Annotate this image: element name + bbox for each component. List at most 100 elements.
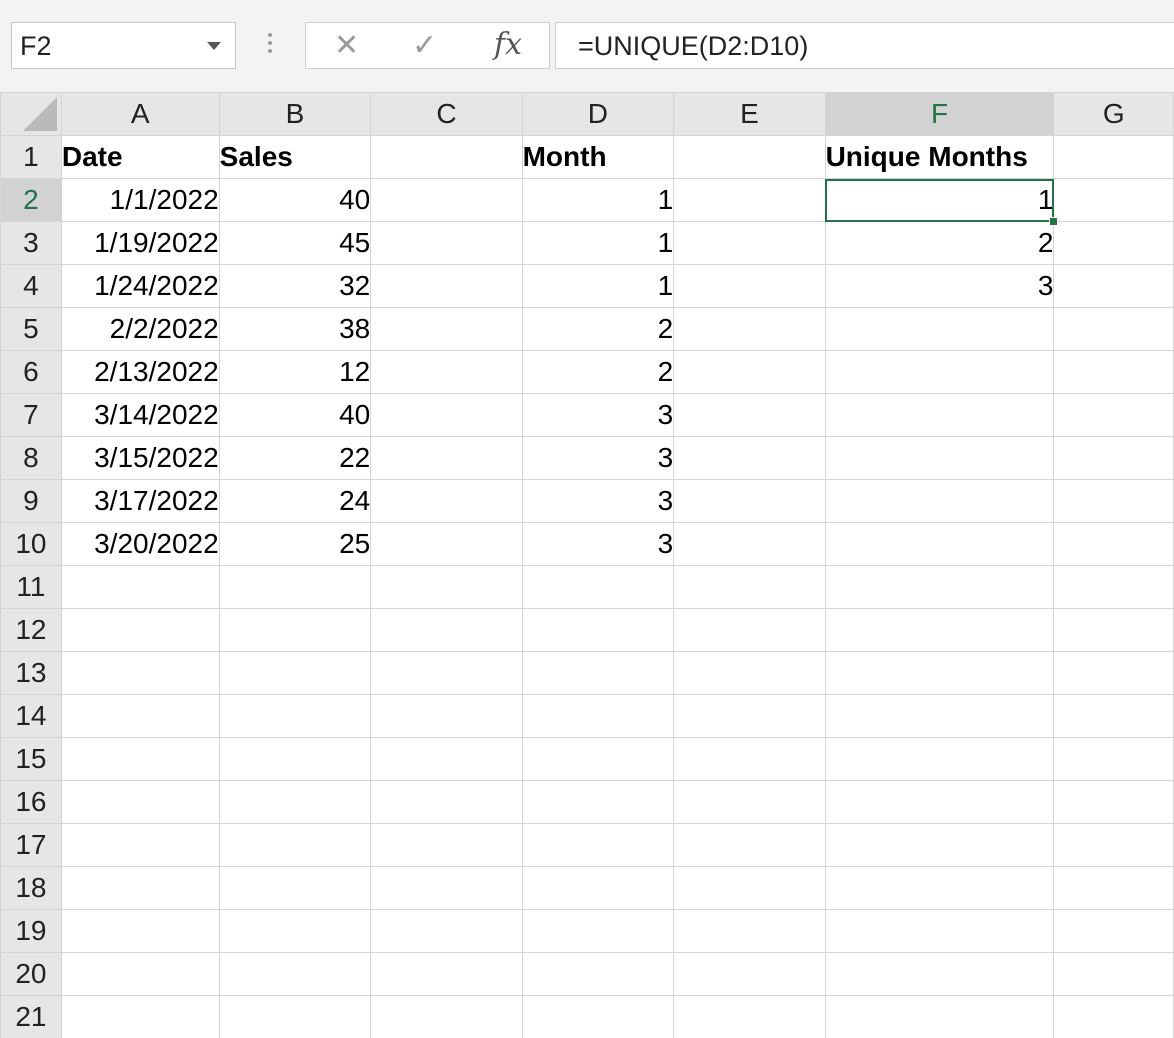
cell-b1[interactable]: Sales (218, 135, 372, 179)
cell-g5[interactable] (1053, 307, 1174, 351)
insert-function-icon[interactable]: fx (494, 27, 522, 63)
cell-a15[interactable] (60, 737, 220, 781)
cell-c5[interactable] (370, 307, 523, 351)
cell-f9[interactable] (824, 479, 1055, 523)
cell-g7[interactable] (1053, 393, 1174, 437)
row-header-14[interactable]: 14 (0, 694, 62, 738)
cell-d15[interactable] (521, 737, 675, 781)
cell-g11[interactable] (1053, 565, 1174, 609)
cell-f7[interactable] (824, 393, 1055, 437)
cell-e15[interactable] (673, 737, 826, 781)
row-header-19[interactable]: 19 (0, 909, 62, 953)
cell-f12[interactable] (824, 608, 1055, 652)
cell-d1[interactable]: Month (521, 135, 675, 179)
cell-f6[interactable] (824, 350, 1055, 394)
cell-c1[interactable] (370, 135, 523, 179)
row-header-15[interactable]: 15 (0, 737, 62, 781)
cell-a14[interactable] (60, 694, 220, 738)
cell-e1[interactable] (673, 135, 826, 179)
cell-f8[interactable] (824, 436, 1055, 480)
cell-c19[interactable] (370, 909, 523, 953)
row-header-4[interactable]: 4 (0, 264, 62, 308)
cell-e12[interactable] (673, 608, 826, 652)
column-header-e[interactable]: E (673, 92, 826, 136)
cell-g19[interactable] (1053, 909, 1174, 953)
cell-e10[interactable] (673, 522, 826, 566)
cell-b8[interactable]: 22 (218, 436, 372, 480)
cell-a9[interactable]: 3/17/2022 (60, 479, 220, 523)
cell-b14[interactable] (218, 694, 372, 738)
cell-e2[interactable] (673, 178, 826, 222)
cell-g8[interactable] (1053, 436, 1174, 480)
cell-c2[interactable] (370, 178, 523, 222)
cell-d20[interactable] (521, 952, 675, 996)
cell-d2[interactable]: 1 (521, 178, 675, 222)
row-header-3[interactable]: 3 (0, 221, 62, 265)
cell-f16[interactable] (824, 780, 1055, 824)
cell-a21[interactable] (60, 995, 220, 1038)
cell-d6[interactable]: 2 (521, 350, 675, 394)
cell-f13[interactable] (824, 651, 1055, 695)
cell-f17[interactable] (824, 823, 1055, 867)
cell-f11[interactable] (824, 565, 1055, 609)
cell-d16[interactable] (521, 780, 675, 824)
cell-e5[interactable] (673, 307, 826, 351)
cell-g4[interactable] (1053, 264, 1174, 308)
cell-c11[interactable] (370, 565, 523, 609)
cell-a18[interactable] (60, 866, 220, 910)
cell-b18[interactable] (218, 866, 372, 910)
cell-c21[interactable] (370, 995, 523, 1038)
cell-g17[interactable] (1053, 823, 1174, 867)
cell-d13[interactable] (521, 651, 675, 695)
row-header-16[interactable]: 16 (0, 780, 62, 824)
column-header-c[interactable]: C (370, 92, 523, 136)
cell-b7[interactable]: 40 (218, 393, 372, 437)
close-icon[interactable]: ✕ (334, 31, 359, 61)
cell-d14[interactable] (521, 694, 675, 738)
cell-b16[interactable] (218, 780, 372, 824)
cell-e17[interactable] (673, 823, 826, 867)
cell-e3[interactable] (673, 221, 826, 265)
cell-b5[interactable]: 38 (218, 307, 372, 351)
cell-c8[interactable] (370, 436, 523, 480)
cell-f14[interactable] (824, 694, 1055, 738)
cell-d7[interactable]: 3 (521, 393, 675, 437)
row-header-8[interactable]: 8 (0, 436, 62, 480)
row-header-6[interactable]: 6 (0, 350, 62, 394)
cell-e7[interactable] (673, 393, 826, 437)
cell-e18[interactable] (673, 866, 826, 910)
cell-b3[interactable]: 45 (218, 221, 372, 265)
cell-a12[interactable] (60, 608, 220, 652)
cell-a13[interactable] (60, 651, 220, 695)
column-header-d[interactable]: D (521, 92, 675, 136)
cell-b12[interactable] (218, 608, 372, 652)
drag-handle-icon[interactable] (268, 33, 273, 59)
check-icon[interactable]: ✓ (412, 31, 437, 61)
cell-a11[interactable] (60, 565, 220, 609)
cell-c3[interactable] (370, 221, 523, 265)
cell-d18[interactable] (521, 866, 675, 910)
cell-f20[interactable] (824, 952, 1055, 996)
cell-c7[interactable] (370, 393, 523, 437)
cell-g12[interactable] (1053, 608, 1174, 652)
cell-f2[interactable]: 1 (824, 178, 1059, 226)
cell-d3[interactable]: 1 (521, 221, 675, 265)
column-header-f[interactable]: F (824, 92, 1055, 136)
cell-a10[interactable]: 3/20/2022 (60, 522, 220, 566)
cell-e11[interactable] (673, 565, 826, 609)
cell-c14[interactable] (370, 694, 523, 738)
cell-c16[interactable] (370, 780, 523, 824)
cell-g20[interactable] (1053, 952, 1174, 996)
cell-b10[interactable]: 25 (218, 522, 372, 566)
cell-a8[interactable]: 3/15/2022 (60, 436, 220, 480)
cell-d4[interactable]: 1 (521, 264, 675, 308)
cell-g3[interactable] (1053, 221, 1174, 265)
cell-a20[interactable] (60, 952, 220, 996)
cell-d12[interactable] (521, 608, 675, 652)
cell-e21[interactable] (673, 995, 826, 1038)
cell-g15[interactable] (1053, 737, 1174, 781)
row-header-11[interactable]: 11 (0, 565, 62, 609)
row-header-18[interactable]: 18 (0, 866, 62, 910)
cell-e16[interactable] (673, 780, 826, 824)
cell-b2[interactable]: 40 (218, 178, 372, 222)
